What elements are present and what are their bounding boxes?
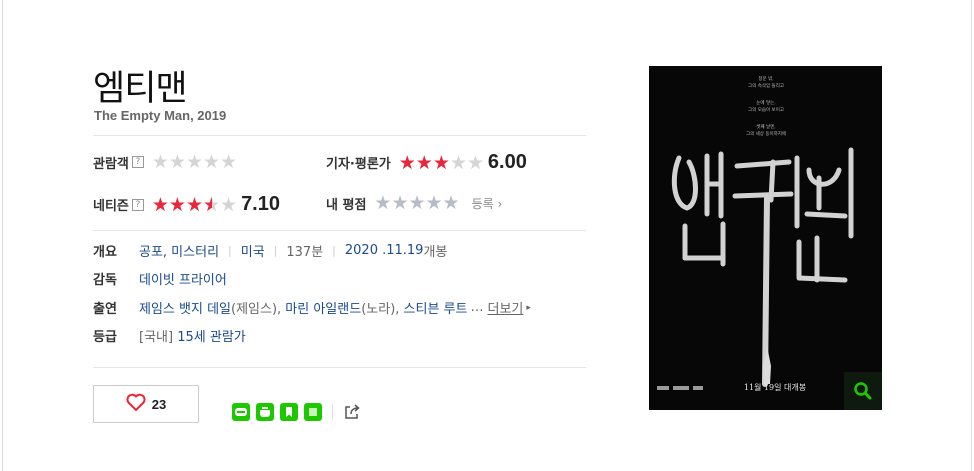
audience-label: 관람객 — [93, 156, 129, 172]
more-cast-link[interactable]: 더보기 — [487, 298, 523, 317]
poster-tagline: 그의 속삭임 들리고 — [748, 82, 784, 89]
help-icon[interactable]: ? — [131, 198, 144, 211]
separator: | — [228, 244, 232, 257]
search-icon[interactable] — [844, 372, 882, 410]
poster-tagline: 눈에 닿는, — [756, 99, 775, 106]
cast-row: 출연 제임스 뱃지 데일 (제임스), 마린 아일랜드 (노라), 스티븐 루트… — [93, 298, 531, 317]
overview-label: 개요 — [93, 245, 117, 260]
poster-tagline: 창문 밖, — [758, 75, 773, 82]
overview-row: 개요 공포, 미스터리 | 미국 | 137분 | 2020 .11.19 개봉 — [93, 241, 447, 260]
my-rating-stars[interactable]: ★★★★★ — [374, 193, 459, 213]
blog-icon[interactable] — [232, 403, 250, 421]
movie-poster[interactable]: 창문 밖, 그의 속삭임 들리고 눈에 닿는, 그의 모습이 보이고 셋째 날엔… — [649, 66, 882, 410]
page-title: 엠티맨 — [93, 69, 188, 109]
grade-link[interactable]: 15세 관람가 — [177, 326, 246, 345]
my-rating: 내 평점 ★★★★★ 등록 › — [326, 193, 502, 213]
share-bar — [232, 403, 361, 421]
poster-tagline: 그의 세상 동이까지에 — [746, 130, 786, 137]
bookmark-icon[interactable] — [280, 403, 298, 421]
ellipsis: … — [470, 300, 484, 315]
audience-rating: 관람객 ? ★★★★★★★★★★ — [93, 152, 237, 172]
heart-icon — [126, 393, 146, 415]
director-row: 감독 데이빗 프라이어 — [93, 269, 227, 288]
poster-tagline: 셋째 날엔, — [756, 123, 775, 130]
cast-label: 출연 — [93, 302, 117, 317]
divider — [93, 367, 586, 368]
critic-stars: ★★★★★★★★★★ — [398, 151, 484, 174]
genre-link[interactable]: 공포, 미스터리 — [139, 241, 219, 260]
cast-link[interactable]: 제임스 뱃지 데일 — [139, 298, 231, 317]
my-rating-label: 내 평점 — [326, 197, 367, 213]
separator: | — [273, 244, 278, 257]
cast-link[interactable]: 마린 아일랜드 — [285, 298, 361, 317]
grade-label: 등급 — [93, 330, 117, 345]
memo-icon[interactable] — [304, 403, 322, 421]
cast-role: (노라), — [361, 302, 400, 317]
separator: | — [332, 244, 336, 257]
divider — [332, 404, 333, 420]
grade-region: [국내] — [139, 330, 174, 345]
poster-release-line: 11월 19일 대개봉 — [744, 382, 806, 392]
cast-role: (제임스), — [231, 302, 282, 317]
netizen-score: 7.10 — [241, 193, 280, 215]
critic-label: 기자·평론가 — [326, 157, 391, 172]
divider — [93, 135, 586, 136]
cast-link[interactable]: 스티븐 루트 — [404, 298, 468, 317]
divider — [93, 230, 586, 231]
runtime: 137분 — [286, 245, 324, 260]
like-button[interactable]: 23 — [93, 385, 199, 423]
audience-stars: ★★★★★★★★★★ — [151, 151, 238, 173]
netizen-label: 네티즌 — [93, 199, 129, 214]
movie-subtitle: The Empty Man, 2019 — [94, 108, 227, 123]
netizen-stars: ★★★★★★★★★★ — [151, 193, 238, 216]
cafe-icon[interactable] — [256, 403, 274, 421]
chevron-right-icon: ▸ — [526, 302, 531, 313]
netizen-rating: 네티즌 ? ★★★★★★★★★★ 7.10 — [93, 193, 280, 216]
help-icon[interactable]: ? — [131, 156, 144, 168]
poster-tagline: 그의 모습이 보이고 — [748, 106, 784, 113]
country-link[interactable]: 미국 — [241, 241, 265, 260]
register-rating-link[interactable]: 등록 › — [472, 195, 503, 212]
release-date-link[interactable]: 2020 .11.19 — [345, 243, 424, 258]
poster-art: 창문 밖, 그의 속삭임 들리고 눈에 닿는, 그의 모습이 보이고 셋째 날엔… — [649, 66, 882, 410]
critic-rating: 기자·평론가 ★★★★★★★★★★ 6.00 — [326, 151, 527, 174]
share-icon[interactable] — [343, 403, 361, 421]
critic-score: 6.00 — [487, 151, 527, 173]
release-suffix: 개봉 — [423, 245, 448, 260]
grade-row: 등급 [국내] 15세 관람가 — [93, 326, 246, 345]
like-count: 23 — [151, 396, 167, 412]
director-label: 감독 — [93, 273, 117, 288]
director-link[interactable]: 데이빗 프라이어 — [139, 269, 227, 288]
